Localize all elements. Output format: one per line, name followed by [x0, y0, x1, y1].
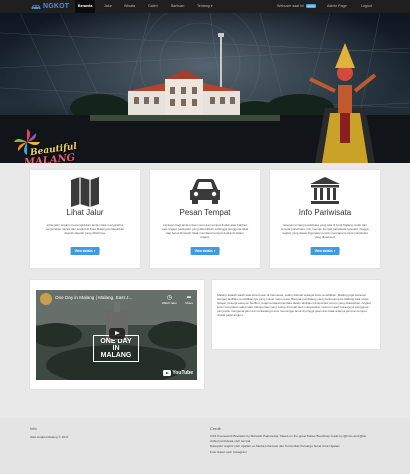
view-details-button[interactable]: View details » [190, 247, 220, 255]
youtube-logo[interactable]: YouTube [162, 370, 193, 376]
nav-tentang-dropdown[interactable]: Tentang ▾ [194, 0, 216, 13]
card-text: layanan tentang pariwisata yang ada di K… [281, 223, 369, 239]
card-text: Layanan bagi anda untuk memesan tempat d… [161, 223, 249, 239]
card-title: Lihat Jalur [66, 208, 104, 217]
footer-copyright: Web Angkot Malang © 2017 [30, 435, 69, 439]
youtube-label: YouTube [172, 370, 193, 376]
view-details-button[interactable]: View details » [310, 247, 340, 255]
nav-admin-page[interactable]: Admin Page [324, 0, 350, 13]
nav-wisata[interactable]: Wisata [121, 0, 138, 13]
credit-line: Foto Galeri oleh Instagram [210, 449, 247, 454]
clock-icon: ◷ [166, 295, 173, 301]
card-text: Lihat jalur angkot memungkinkan anda unt… [45, 223, 125, 235]
share-label: Share [184, 301, 193, 305]
museum-icon [310, 177, 340, 204]
play-button[interactable] [109, 328, 125, 339]
nav-webuser-label: Webuser saat ini [277, 4, 304, 8]
nav-jalur[interactable]: Jalur [101, 0, 115, 13]
video-tools: ◷ Watch later ➦ Share [162, 294, 193, 305]
footer-info-heading: Info [30, 426, 37, 431]
map-icon [71, 177, 99, 207]
brand[interactable]: NGKOT [31, 2, 69, 11]
nav-bantuan[interactable]: Bantuan [168, 0, 187, 13]
footer-credits: CSS Framework Bootplus by Marcello Palmi… [210, 434, 385, 455]
card-lihat-jalur: Lihat Jalur Lihat jalur angkot memungkin… [30, 170, 140, 268]
footer-credit-heading: Credit [210, 426, 221, 431]
user-badge: admin [305, 4, 317, 9]
card-info-pariwisata: Info Pariwisata layanan tentang pariwisa… [270, 170, 380, 268]
card-pesan-tempat: Pesan Tempat Layanan bagi anda untuk mem… [150, 170, 260, 268]
description-card: Malang adalah salah satu kota besar di I… [212, 280, 380, 349]
video-title[interactable]: One Day in Malang | Malang, East J... [55, 295, 132, 300]
card-title: Pesan Tempat [179, 208, 231, 217]
share-icon: ➦ [186, 295, 192, 301]
nav-galeri[interactable]: Galeri [145, 0, 161, 13]
brand-car-icon [31, 4, 41, 10]
card-title: Info Pariwisata [298, 208, 352, 217]
description-text: Malang adalah salah satu kota besar di I… [217, 293, 371, 318]
view-details-button[interactable]: View details » [70, 247, 100, 255]
hero-banner: Beautiful MALANG [0, 13, 410, 163]
watch-later-label: Watch later [161, 301, 177, 305]
share-button[interactable]: ➦ Share [185, 294, 193, 305]
nav-webuser[interactable]: Webuser saat ini admin [274, 0, 319, 13]
top-navbar: NGKOT Beranda Jalur Wisata Galeri Bantua… [0, 0, 410, 13]
brand-text: NGKOT [43, 3, 70, 10]
video-overlay-title: ONE DAY IN MALANG [93, 335, 139, 362]
watch-later-button[interactable]: ◷ Watch later [162, 294, 177, 305]
video-card: One Day in Malang | Malang, East J... ◷ … [30, 280, 204, 389]
footer: Info Web Angkot Malang © 2017 Credit CSS… [0, 418, 410, 474]
beautiful-malang-logo: Beautiful MALANG [12, 125, 78, 163]
car-icon [190, 179, 220, 204]
nav-logout[interactable]: Logout [358, 0, 375, 13]
nav-beranda[interactable]: Beranda [75, 0, 96, 13]
youtube-embed[interactable]: One Day in Malang | Malang, East J... ◷ … [36, 290, 197, 380]
youtube-icon [162, 370, 171, 376]
channel-avatar[interactable] [40, 293, 52, 305]
